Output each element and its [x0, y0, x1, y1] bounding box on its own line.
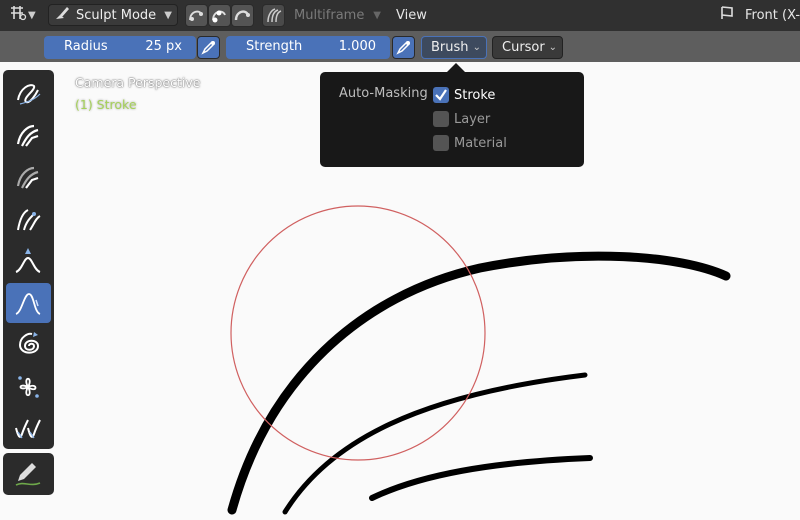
randomize-brush-icon — [17, 209, 41, 231]
camera-perspective-label: Camera Perspective — [75, 75, 201, 90]
tool-smooth[interactable] — [6, 73, 51, 113]
push-brush-icon — [15, 293, 41, 315]
tool-thickness[interactable] — [6, 115, 51, 155]
tool-clone[interactable] — [6, 409, 51, 449]
checkbox-layer[interactable] — [433, 111, 449, 127]
auto-masking-popup: Auto-Masking Stroke Layer Material — [320, 72, 584, 167]
tool-strength[interactable] — [6, 157, 51, 197]
checkmark-icon — [435, 89, 447, 101]
option-label-material: Material — [454, 135, 507, 151]
twist-brush-icon — [18, 332, 40, 354]
annotate-tool-panel — [3, 453, 54, 495]
auto-masking-option-material[interactable]: Material — [433, 134, 507, 152]
option-label-layer: Layer — [454, 111, 491, 127]
tool-annotate[interactable] — [6, 454, 51, 494]
stroke-middle-arc — [282, 372, 588, 515]
tool-push[interactable] — [6, 283, 51, 323]
option-label-stroke: Stroke — [454, 87, 496, 103]
grab-brush-icon — [15, 248, 41, 273]
annotate-pencil-icon — [15, 463, 41, 486]
strength-brush-icon — [16, 166, 39, 189]
tool-pinch[interactable] — [6, 367, 51, 407]
checkbox-stroke[interactable] — [433, 87, 449, 103]
active-object-label: (1) Stroke — [75, 97, 137, 112]
tool-randomize[interactable] — [6, 199, 51, 239]
checkbox-material[interactable] — [433, 135, 449, 151]
tool-grab[interactable] — [6, 241, 51, 281]
auto-masking-title: Auto-Masking — [339, 86, 428, 101]
tool-twist[interactable] — [6, 325, 51, 365]
auto-masking-option-stroke[interactable]: Stroke — [433, 86, 495, 104]
thickness-brush-icon — [16, 124, 39, 147]
pinch-brush-icon — [18, 376, 39, 398]
clone-brush-icon — [15, 419, 41, 439]
auto-masking-option-layer[interactable]: Layer — [433, 110, 490, 128]
stroke-inner-arc — [369, 455, 593, 501]
tool-shelf — [3, 70, 54, 449]
smooth-brush-icon — [17, 84, 41, 105]
